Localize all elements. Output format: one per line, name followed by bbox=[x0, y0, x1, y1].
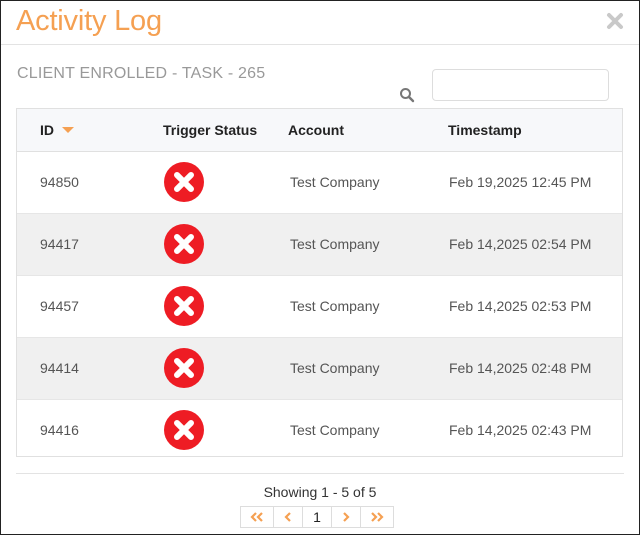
pagination-controls: 1 bbox=[240, 506, 394, 528]
table-row[interactable]: 94850 Test Company Feb 19,2025 12:45 PM bbox=[17, 152, 622, 214]
cell-timestamp: Feb 14,2025 02:54 PM bbox=[449, 236, 592, 252]
table-body: 94850 Test Company Feb 19,2025 12:45 PM 944… bbox=[17, 152, 622, 456]
cell-timestamp: Feb 19,2025 12:45 PM bbox=[449, 174, 592, 190]
column-header-id-label: ID bbox=[40, 122, 54, 138]
column-header-account[interactable]: Account bbox=[288, 122, 344, 138]
column-header-id[interactable]: ID bbox=[40, 122, 74, 138]
search-input[interactable] bbox=[432, 69, 609, 101]
error-x-icon bbox=[164, 286, 204, 326]
cell-account: Test Company bbox=[290, 422, 380, 438]
column-header-trigger-status[interactable]: Trigger Status bbox=[163, 122, 257, 138]
cell-timestamp: Feb 14,2025 02:53 PM bbox=[449, 298, 592, 314]
cell-id: 94417 bbox=[40, 236, 79, 252]
current-page-number: 1 bbox=[313, 509, 321, 525]
cell-id: 94457 bbox=[40, 298, 79, 314]
chevron-left-icon bbox=[284, 512, 291, 522]
activity-log-dialog: Activity Log CLIENT ENROLLED - TASK - 26… bbox=[0, 0, 640, 535]
cell-id: 94416 bbox=[40, 422, 79, 438]
table-row[interactable]: 94416 Test Company Feb 14,2025 02:43 PM bbox=[17, 400, 622, 456]
error-x-icon bbox=[164, 348, 204, 388]
next-page-button[interactable] bbox=[331, 506, 361, 528]
cell-timestamp: Feb 14,2025 02:48 PM bbox=[449, 360, 592, 376]
close-icon[interactable] bbox=[605, 11, 625, 31]
error-x-icon bbox=[164, 410, 204, 450]
dialog-title: Activity Log bbox=[16, 5, 162, 37]
double-chevron-right-icon bbox=[371, 512, 384, 522]
sort-desc-icon[interactable] bbox=[62, 127, 74, 134]
cell-account: Test Company bbox=[290, 236, 380, 252]
cell-account: Test Company bbox=[290, 174, 380, 190]
table-row[interactable]: 94457 Test Company Feb 14,2025 02:53 PM bbox=[17, 276, 622, 338]
activity-table: ID Trigger Status Account Timestamp 9485… bbox=[16, 108, 623, 457]
table-header: ID Trigger Status Account Timestamp bbox=[17, 109, 622, 152]
task-subtitle: CLIENT ENROLLED - TASK - 265 bbox=[17, 65, 266, 82]
double-chevron-left-icon bbox=[250, 512, 263, 522]
dialog-header: Activity Log bbox=[1, 1, 639, 45]
page-button-current[interactable]: 1 bbox=[302, 506, 332, 528]
error-x-icon bbox=[164, 162, 204, 202]
last-page-button[interactable] bbox=[360, 506, 394, 528]
cell-account: Test Company bbox=[290, 298, 380, 314]
search-icon[interactable] bbox=[399, 87, 415, 103]
column-header-timestamp[interactable]: Timestamp bbox=[448, 122, 522, 138]
table-row[interactable]: 94417 Test Company Feb 14,2025 02:54 PM bbox=[17, 214, 622, 276]
cell-timestamp: Feb 14,2025 02:43 PM bbox=[449, 422, 592, 438]
cell-id: 94414 bbox=[40, 360, 79, 376]
previous-page-button[interactable] bbox=[273, 506, 303, 528]
error-x-icon bbox=[164, 224, 204, 264]
cell-account: Test Company bbox=[290, 360, 380, 376]
chevron-right-icon bbox=[343, 512, 350, 522]
cell-id: 94850 bbox=[40, 174, 79, 190]
first-page-button[interactable] bbox=[240, 506, 274, 528]
pagination-summary: Showing 1 - 5 of 5 bbox=[263, 484, 377, 500]
table-row[interactable]: 94414 Test Company Feb 14,2025 02:48 PM bbox=[17, 338, 622, 400]
footer-divider bbox=[16, 473, 624, 474]
